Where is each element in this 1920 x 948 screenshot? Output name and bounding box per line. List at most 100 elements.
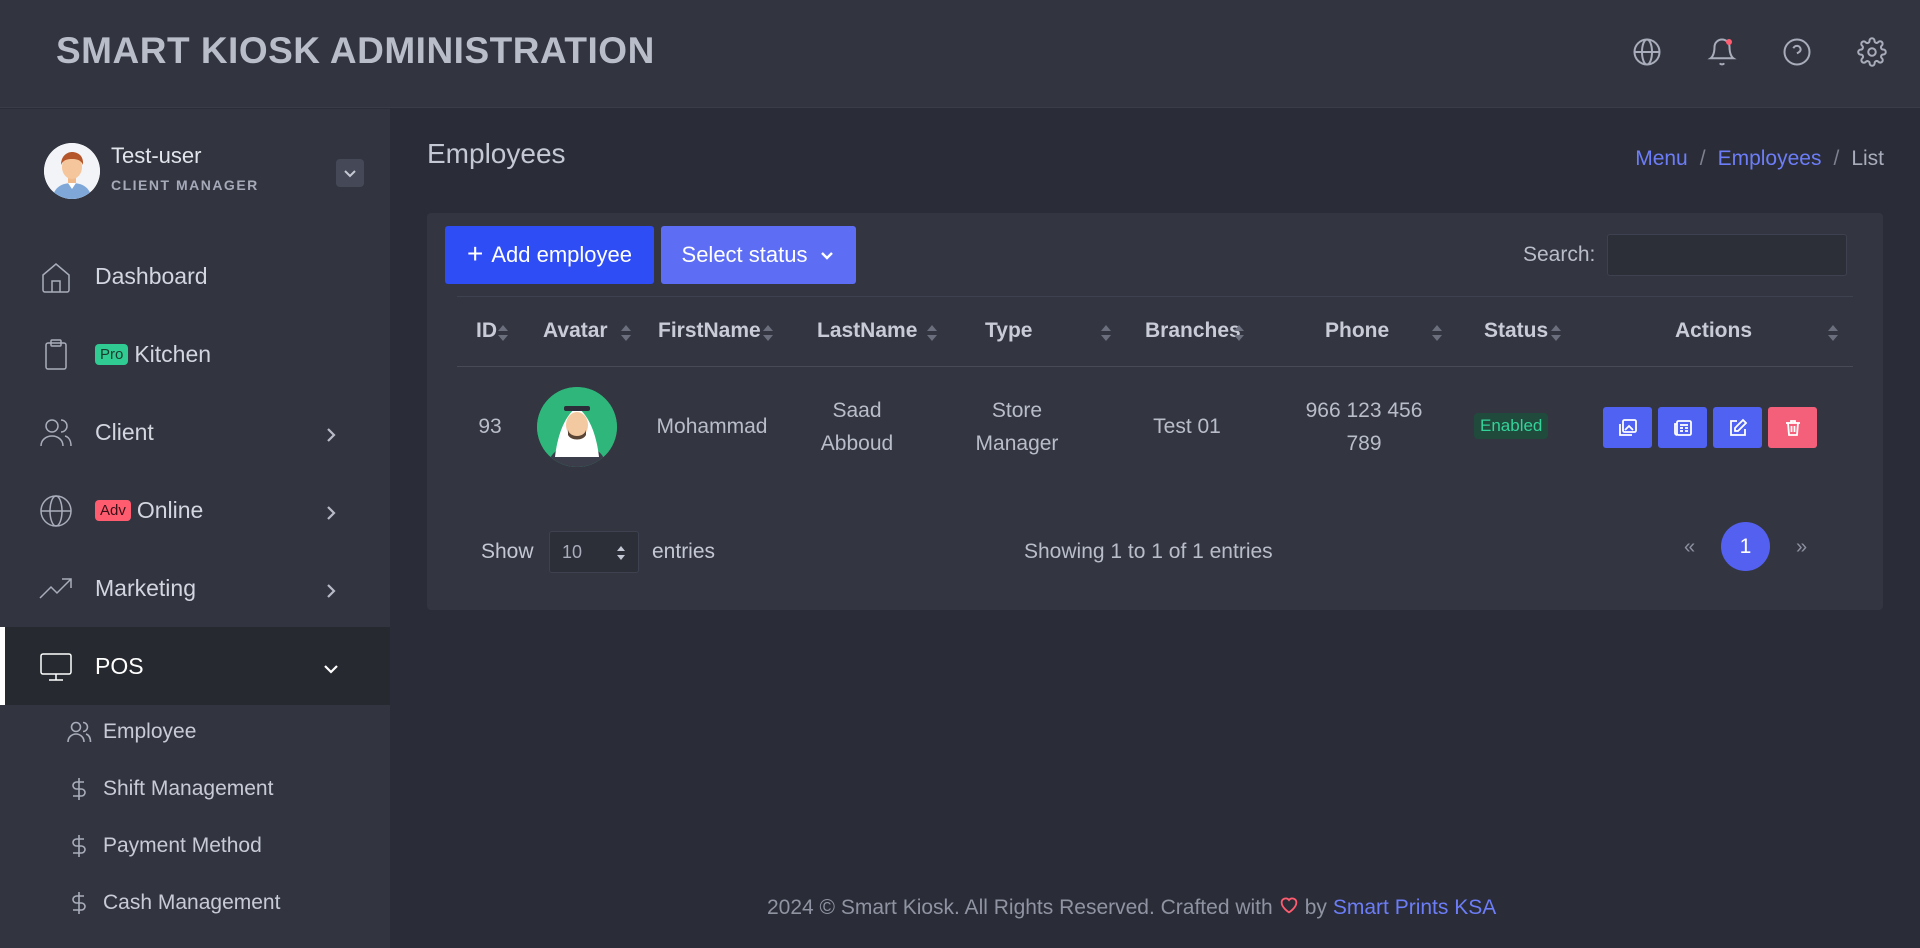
column-header-phone[interactable]: Phone — [1325, 319, 1389, 343]
breadcrumb-employees[interactable]: Employees — [1718, 147, 1822, 171]
help-icon[interactable] — [1781, 36, 1813, 68]
cell-branches: Test 01 — [1153, 415, 1221, 438]
newspaper-icon — [1673, 419, 1692, 436]
sort-icon[interactable] — [926, 323, 938, 343]
edit-icon — [1729, 418, 1747, 436]
globe-icon[interactable] — [1631, 36, 1663, 68]
sidebar-item-marketing[interactable]: Marketing — [0, 549, 390, 627]
sort-icon[interactable] — [1431, 323, 1443, 343]
cell-lastname: Saad Abboud — [797, 394, 917, 460]
sidebar-item-dashboard[interactable]: Dashboard — [0, 237, 390, 315]
sort-icon[interactable] — [497, 323, 509, 343]
user-menu-toggle[interactable] — [336, 159, 364, 187]
footer-brand-link[interactable]: Smart Prints KSA — [1333, 896, 1496, 920]
sidebar-subitem-employee[interactable]: Employee — [0, 703, 390, 760]
cell-type-line: Manager — [975, 432, 1059, 455]
notification-dot — [1726, 39, 1732, 45]
column-header-id[interactable]: ID — [476, 319, 497, 343]
column-header-lastname[interactable]: LastName — [817, 319, 917, 343]
table-header: ID Avatar FirstName LastName Type Branch… — [457, 296, 1853, 367]
clipboard-icon — [38, 337, 74, 373]
footer-by: by — [1304, 896, 1327, 919]
home-icon — [38, 259, 74, 295]
entries-label: entries — [652, 540, 716, 563]
column-header-status[interactable]: Status — [1484, 319, 1548, 343]
cell-firstname: Mohammad — [656, 415, 768, 438]
top-bar: SMART KIOSK ADMINISTRATION — [0, 0, 1920, 108]
breadcrumb-current: List — [1851, 147, 1884, 170]
chevron-right-icon — [322, 423, 340, 442]
chevron-right-icon — [322, 579, 340, 598]
gear-icon[interactable] — [1856, 36, 1888, 68]
sidebar-subitem-label: Employee — [103, 719, 197, 743]
edit-button[interactable] — [1713, 407, 1762, 448]
delete-button[interactable] — [1768, 407, 1817, 448]
sort-icon[interactable] — [1233, 323, 1245, 343]
pos-subnav: Employee Shift Management Payment Method… — [0, 703, 390, 931]
sidebar-item-kitchen[interactable]: Pro Kitchen — [0, 315, 390, 393]
sort-icon[interactable] — [1827, 323, 1839, 343]
sidebar-item-label: POS — [95, 652, 144, 679]
cell-id: 93 — [478, 415, 502, 438]
bell-icon[interactable] — [1706, 36, 1738, 68]
view-images-button[interactable] — [1603, 407, 1652, 448]
chevron-down-icon — [344, 170, 356, 178]
heart-icon — [1279, 896, 1299, 920]
cell-phone-line: 789 — [1346, 432, 1382, 455]
avatar[interactable] — [44, 143, 100, 199]
sidebar-subitem-label: Cash Management — [103, 890, 281, 914]
add-employee-button[interactable]: + Add employee — [445, 226, 654, 284]
sidebar-item-label: Online — [136, 496, 204, 523]
pagination-next[interactable]: » — [1796, 536, 1807, 559]
breadcrumb-separator: / — [1833, 147, 1840, 170]
footer-text: 2024 © Smart Kiosk. All Rights Reserved.… — [767, 896, 1273, 919]
search-label: Search: — [1523, 243, 1596, 266]
select-status-label: Select status — [681, 242, 808, 267]
cell-type: Store Manager — [957, 394, 1077, 460]
users-icon — [38, 415, 74, 451]
pro-badge: Pro — [95, 343, 129, 365]
page-size-select[interactable]: 10 — [549, 531, 639, 573]
column-header-branches[interactable]: Branches — [1145, 319, 1241, 343]
search-input[interactable] — [1607, 234, 1847, 276]
trending-up-icon — [38, 571, 74, 607]
globe-icon — [38, 493, 74, 529]
page-title: Employees — [427, 138, 566, 169]
plus-icon: + — [466, 237, 484, 269]
sort-icon — [616, 544, 626, 562]
app-title: SMART KIOSK ADMINISTRATION — [56, 30, 655, 71]
sort-icon[interactable] — [1100, 323, 1112, 343]
sidebar-nav: Dashboard Pro Kitchen Client Adv Online — [0, 237, 390, 705]
user-block: Test-user CLIENT MANAGER — [44, 141, 364, 201]
sidebar-subitem-cash-management[interactable]: Cash Management — [0, 874, 390, 931]
sort-icon[interactable] — [1550, 323, 1562, 343]
column-header-type[interactable]: Type — [985, 319, 1032, 343]
employee-avatar — [537, 387, 617, 467]
cell-phone-line: 966 123 456 — [1305, 399, 1423, 422]
sidebar-item-pos[interactable]: POS — [0, 627, 390, 705]
details-button[interactable] — [1658, 407, 1707, 448]
select-status-dropdown[interactable]: Select status — [661, 226, 856, 284]
sidebar-item-online[interactable]: Adv Online — [0, 471, 390, 549]
column-header-firstname[interactable]: FirstName — [658, 319, 761, 343]
images-icon — [1618, 418, 1637, 436]
sort-icon[interactable] — [762, 323, 774, 343]
cell-type-line: Store — [991, 399, 1043, 422]
users-icon — [66, 719, 92, 745]
breadcrumb-menu[interactable]: Menu — [1635, 147, 1688, 171]
adv-badge: Adv — [95, 499, 131, 521]
pagination-previous[interactable]: « — [1684, 536, 1695, 559]
sidebar-item-client[interactable]: Client — [0, 393, 390, 471]
sort-icon[interactable] — [620, 323, 632, 343]
column-header-avatar[interactable]: Avatar — [543, 319, 608, 343]
sidebar-item-label: Kitchen — [134, 340, 212, 367]
top-icons — [1631, 36, 1888, 68]
chevron-right-icon — [322, 501, 340, 520]
pagination-page-1[interactable]: 1 — [1721, 522, 1770, 571]
breadcrumb: Menu / Employees / List — [1635, 147, 1884, 171]
table-row: 93 Mohammad Saad Abboud Store Manager Te… — [457, 367, 1853, 485]
monitor-icon — [38, 649, 74, 685]
dollar-icon — [66, 776, 92, 802]
sidebar-subitem-payment-method[interactable]: Payment Method — [0, 817, 390, 874]
sidebar-subitem-shift-management[interactable]: Shift Management — [0, 760, 390, 817]
